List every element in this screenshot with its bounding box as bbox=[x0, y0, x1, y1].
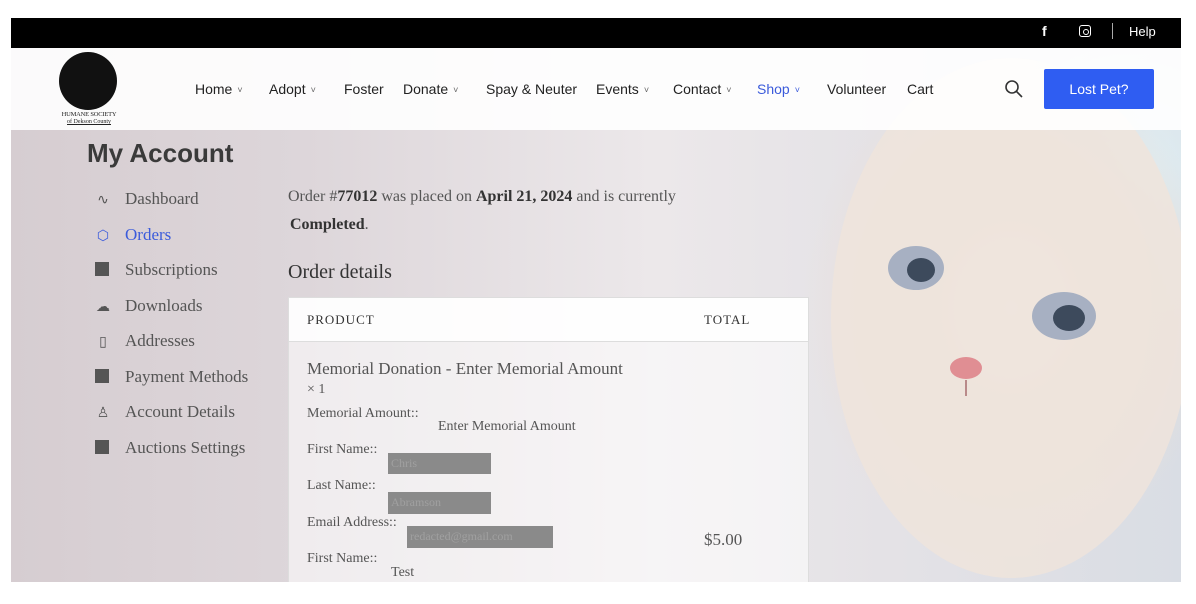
nav-item-cart[interactable]: Cart bbox=[907, 81, 933, 97]
nav-item-home[interactable]: Home ˅ bbox=[195, 81, 243, 97]
chevron-down-icon: ˅ bbox=[453, 85, 459, 95]
square-icon bbox=[95, 440, 109, 454]
first-name-value-redacted: Chris bbox=[388, 453, 491, 474]
column-header-total: TOTAL bbox=[704, 312, 751, 327]
logo-text-line2: of Dekson County bbox=[67, 119, 111, 125]
sidebar-item-dashboard[interactable]: ∿ Dashboard bbox=[95, 189, 199, 209]
logo-text-line1: HUMANE SOCIETY bbox=[61, 111, 117, 118]
sidebar-item-downloads[interactable]: ☁ Downloads bbox=[95, 296, 202, 316]
square-icon bbox=[95, 369, 109, 383]
order-summary-line: Order #77012 was placed on April 21, 202… bbox=[288, 188, 676, 205]
nav-item-adopt[interactable]: Adopt ˅ bbox=[269, 81, 316, 97]
order-status: Completed. bbox=[290, 216, 369, 233]
sidebar-item-subscriptions[interactable]: Subscriptions bbox=[95, 260, 218, 280]
first-name-label-2: First Name:: bbox=[307, 551, 378, 566]
order-details-heading: Order details bbox=[288, 261, 392, 283]
line-total: $5.00 bbox=[704, 530, 743, 549]
square-icon bbox=[95, 262, 109, 276]
instagram-icon[interactable] bbox=[1079, 25, 1091, 37]
sidebar-item-orders[interactable]: ⬡ Orders bbox=[95, 225, 171, 245]
chevron-down-icon: ˅ bbox=[310, 85, 316, 95]
facebook-icon[interactable]: f bbox=[1042, 23, 1047, 39]
lost-pet-button[interactable]: Lost Pet? bbox=[1044, 69, 1154, 109]
sidebar-item-account-details[interactable]: ♙ Account Details bbox=[95, 402, 235, 422]
nav-item-events[interactable]: Events ˅ bbox=[596, 81, 649, 97]
order-date: April 21, 2024 bbox=[475, 188, 573, 205]
top-utility-bar: f Help bbox=[11, 18, 1181, 48]
user-icon: ♙ bbox=[96, 406, 110, 421]
cloud-download-icon: ☁ bbox=[96, 300, 110, 315]
nav-item-contact[interactable]: Contact ˅ bbox=[673, 81, 732, 97]
browser-viewport: f Help HUMANE SOCIETY of Dekson County H… bbox=[11, 18, 1181, 582]
memorial-amount-label: Memorial Amount:: bbox=[307, 406, 419, 421]
nav-item-donate[interactable]: Donate ˅ bbox=[403, 81, 458, 97]
last-name-label: Last Name:: bbox=[307, 478, 376, 493]
activity-icon: ∿ bbox=[97, 193, 109, 208]
site-logo[interactable]: HUMANE SOCIETY of Dekson County bbox=[53, 52, 125, 126]
table-header: PRODUCT TOTAL bbox=[289, 298, 808, 342]
nav-item-volunteer[interactable]: Volunteer bbox=[827, 81, 886, 97]
chevron-down-icon: ˅ bbox=[643, 85, 650, 95]
nav-item-shop[interactable]: Shop ˅ bbox=[757, 81, 800, 97]
product-quantity: × 1 bbox=[307, 382, 326, 397]
product-name-link[interactable]: Memorial Donation - Enter Memorial Amoun… bbox=[307, 359, 623, 379]
map-icon: ▯ bbox=[99, 335, 107, 350]
order-details-table: PRODUCT TOTAL Memorial Donation - Enter … bbox=[288, 297, 809, 582]
column-header-product: PRODUCT bbox=[307, 312, 375, 327]
chevron-down-icon: ˅ bbox=[726, 85, 732, 95]
last-name-value-redacted: Abramson bbox=[388, 492, 491, 514]
logo-emblem bbox=[59, 52, 117, 110]
nav-item-foster[interactable]: Foster bbox=[344, 81, 384, 97]
divider bbox=[1112, 23, 1113, 39]
email-address-label: Email Address:: bbox=[307, 515, 397, 530]
nav-item-spay-neuter[interactable]: Spay & Neuter bbox=[486, 81, 577, 97]
box-icon: ⬡ bbox=[96, 229, 110, 244]
main-navigation: HUMANE SOCIETY of Dekson County Home ˅ Ad… bbox=[11, 48, 1181, 130]
order-number: 77012 bbox=[337, 188, 378, 205]
email-address-value-redacted: redacted@gmail.com bbox=[407, 526, 553, 548]
chevron-down-icon: ˅ bbox=[794, 85, 800, 95]
sidebar-item-addresses[interactable]: ▯ Addresses bbox=[95, 331, 195, 351]
sidebar-item-payment-methods[interactable]: Payment Methods bbox=[95, 367, 248, 387]
page-title: My Account bbox=[87, 138, 234, 168]
memorial-amount-value: Enter Memorial Amount bbox=[438, 419, 576, 434]
sidebar-item-auctions-settings[interactable]: Auctions Settings bbox=[95, 438, 245, 458]
help-link[interactable]: Help bbox=[1129, 24, 1156, 39]
first-name-label: First Name:: bbox=[307, 442, 378, 457]
search-icon[interactable] bbox=[1004, 79, 1024, 99]
first-name-value-2: Test bbox=[391, 565, 415, 580]
chevron-down-icon: ˅ bbox=[237, 85, 243, 95]
